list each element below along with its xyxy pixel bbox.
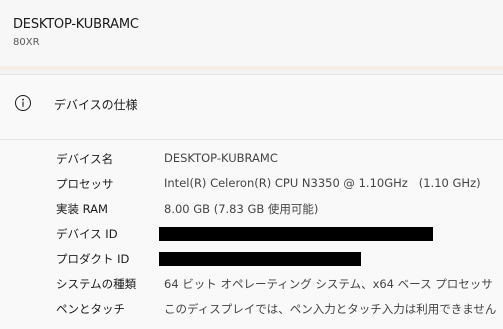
spec-label: プロセッサ	[56, 177, 114, 191]
redacted-value	[159, 252, 361, 266]
device-model: 80XR	[13, 37, 40, 48]
device-specifications-card: デバイスの仕様 デバイス名 DESKTOP-KUBRAMC プロセッサ Inte…	[0, 74, 503, 329]
header-accent-strip	[0, 66, 503, 70]
spec-label: デバイス名	[56, 152, 114, 166]
spec-value: DESKTOP-KUBRAMC	[164, 151, 278, 165]
redacted-value	[159, 227, 433, 241]
spec-label: ペンとタッチ	[56, 302, 125, 316]
spec-row-processor: プロセッサ Intel(R) Celeron(R) CPU N3350 @ 1.…	[0, 172, 503, 196]
section-divider	[0, 139, 503, 140]
spec-row-device-name: デバイス名 DESKTOP-KUBRAMC	[0, 147, 503, 171]
spec-label: 実装 RAM	[56, 202, 108, 216]
spec-row-installed-ram: 実装 RAM 8.00 GB (7.83 GB 使用可能)	[0, 197, 503, 221]
spec-row-device-id: デバイス ID	[0, 222, 503, 246]
spec-label: システムの種類	[56, 277, 137, 291]
spec-label: プロダクト ID	[56, 252, 130, 266]
spec-row-pen-touch: ペンとタッチ このディスプレイでは、ペン入力とタッチ入力は利用できません	[0, 297, 503, 321]
spec-label: デバイス ID	[56, 227, 118, 241]
spec-value: このディスプレイでは、ペン入力とタッチ入力は利用できません	[164, 302, 497, 316]
device-name: DESKTOP-KUBRAMC	[13, 17, 139, 32]
device-header: DESKTOP-KUBRAMC 80XR	[0, 0, 503, 66]
device-specifications-header[interactable]: デバイスの仕様	[0, 75, 503, 139]
spec-value: 64 ビット オペレーティング システム、x64 ベース プロセッサ	[164, 277, 493, 291]
spec-value: 8.00 GB (7.83 GB 使用可能)	[164, 202, 319, 216]
spec-value: Intel(R) Celeron(R) CPU N3350 @ 1.10GHz …	[164, 176, 481, 190]
info-icon	[14, 94, 32, 112]
spec-row-product-id: プロダクト ID	[0, 247, 503, 271]
device-specifications-title: デバイスの仕様	[54, 98, 138, 112]
spec-row-system-type: システムの種類 64 ビット オペレーティング システム、x64 ベース プロセ…	[0, 272, 503, 296]
